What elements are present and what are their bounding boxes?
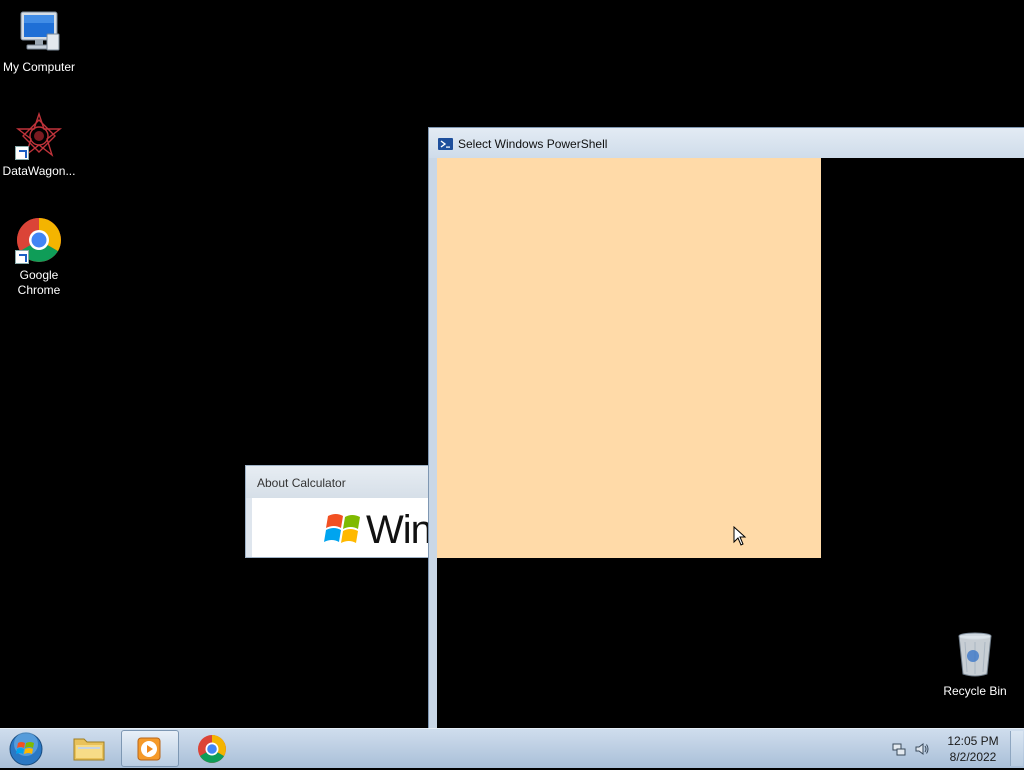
window-title: Select Windows PowerShell xyxy=(458,137,608,151)
media-player-icon xyxy=(137,737,161,761)
speaker-icon[interactable] xyxy=(914,741,930,757)
clock-time: 12:05 PM xyxy=(947,734,999,748)
mouse-pointer-icon xyxy=(733,525,747,546)
chrome-icon xyxy=(198,735,226,763)
shortcut-arrow-icon xyxy=(15,146,29,160)
windows-logo-text: Win xyxy=(366,508,433,552)
desktop-icon-label: Google Chrome xyxy=(17,268,61,297)
taskbar-explorer-button[interactable] xyxy=(60,730,118,767)
shortcut-arrow-icon xyxy=(15,250,29,264)
windows-orb-icon xyxy=(9,732,43,766)
show-desktop-button[interactable] xyxy=(1010,731,1023,766)
chrome-icon xyxy=(15,216,63,264)
taskbar: 12:05 PM 8/2/2022 xyxy=(0,728,1024,768)
network-icon[interactable] xyxy=(891,741,907,757)
computer-icon xyxy=(15,8,63,56)
about-body: Win xyxy=(252,498,434,557)
desktop-icon-label: DataWagon... xyxy=(2,164,76,178)
windows-flag-icon xyxy=(324,510,364,548)
text-selection-highlight xyxy=(437,158,821,558)
desktop-icon-google-chrome[interactable]: Google Chrome xyxy=(0,216,79,298)
desktop-icon-my-computer[interactable]: My Computer xyxy=(0,8,79,75)
recycle-bin-icon xyxy=(951,630,999,678)
datawagon-icon xyxy=(15,111,63,160)
taskbar-media-player-button[interactable] xyxy=(121,730,179,767)
desktop-icon-recycle-bin[interactable]: Recycle Bin xyxy=(935,630,1015,698)
folder-icon xyxy=(73,738,105,761)
powershell-title-bar[interactable]: Select Windows PowerShell xyxy=(429,128,1024,158)
window-title[interactable]: About Calculator xyxy=(246,466,434,498)
system-clock[interactable]: 12:05 PM 8/2/2022 xyxy=(938,733,1008,765)
desktop-icon-datawagon[interactable]: DataWagon... xyxy=(0,111,79,179)
desktop-icon-label: My Computer xyxy=(2,60,76,74)
powershell-icon xyxy=(438,138,453,150)
clock-date: 8/2/2022 xyxy=(949,750,997,764)
desktop-icon-label: Recycle Bin xyxy=(943,684,1007,698)
about-calculator-window[interactable]: About Calculator Win xyxy=(245,465,435,558)
start-button[interactable] xyxy=(6,731,46,767)
taskbar-chrome-button[interactable] xyxy=(183,730,241,767)
